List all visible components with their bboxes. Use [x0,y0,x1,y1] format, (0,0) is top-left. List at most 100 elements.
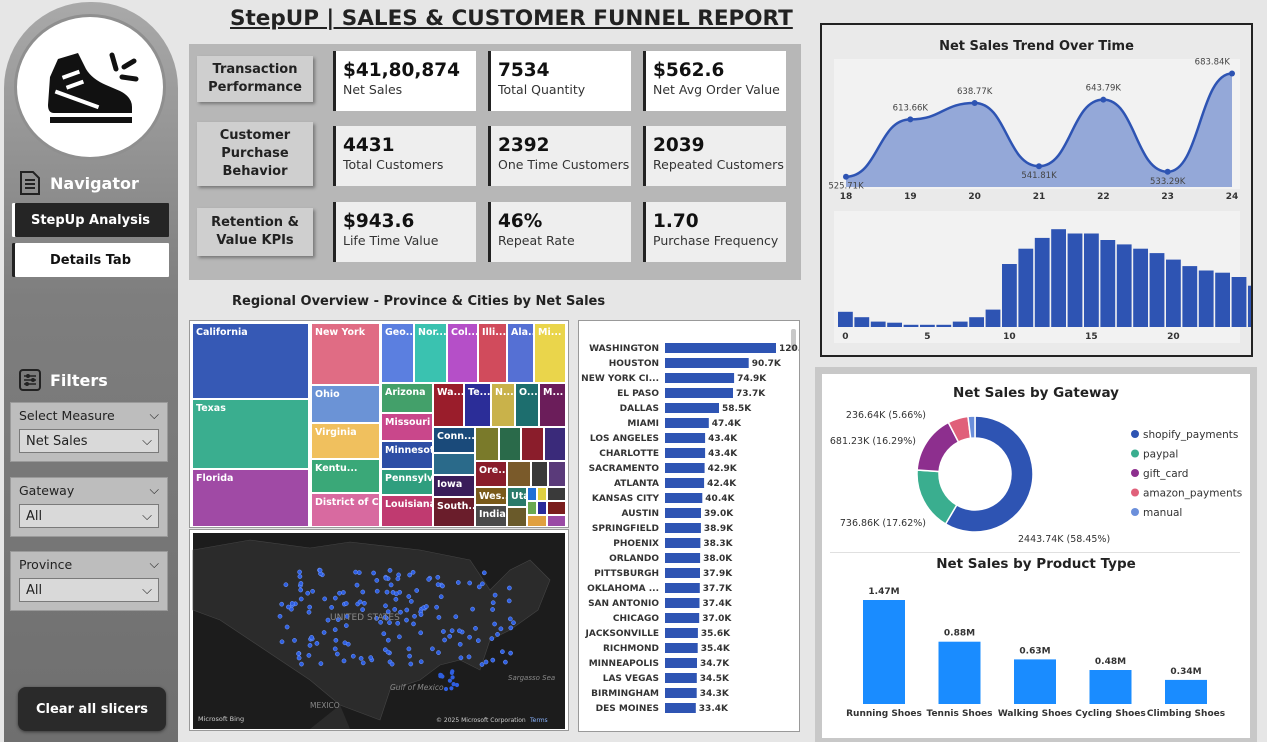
map-point[interactable] [343,623,349,628]
product-bar[interactable] [938,641,981,704]
treemap-tile[interactable]: District of Co... [311,493,380,527]
city-bar[interactable] [665,508,701,518]
brush-bar[interactable] [1198,270,1214,328]
trend-chart[interactable]: 525.71K18 613.66K 19 638.77K 20 541.81K 21 643.… [822,55,1251,355]
legend-label[interactable]: amazon_payments [1143,488,1242,500]
map-point[interactable] [333,637,339,643]
city-bar[interactable] [665,463,705,473]
map-point[interactable] [451,682,456,687]
map-point[interactable] [317,567,323,573]
map-point[interactable] [387,568,393,573]
treemap-tile[interactable]: Ore... [475,461,507,487]
map-point[interactable] [356,570,362,575]
map-point[interactable] [310,588,315,594]
map-point[interactable] [426,577,432,582]
brush-bar[interactable] [1215,272,1230,327]
map-point[interactable] [424,604,429,609]
map-point[interactable] [385,637,391,643]
map-point[interactable] [442,637,447,643]
chevron-down-icon[interactable]: ⌵ [150,482,159,498]
map-point[interactable] [360,607,365,612]
legend-label[interactable]: shopify_payments [1143,429,1238,441]
map-point[interactable] [392,607,398,612]
treemap-tile[interactable] [547,487,566,501]
trend-point[interactable] [971,99,978,106]
treemap-tile[interactable]: Ala... [507,323,534,383]
map-point[interactable] [284,624,290,630]
map-point[interactable] [441,629,446,634]
city-bar[interactable] [665,493,703,503]
brush-bar[interactable] [1133,248,1148,327]
brush-bar[interactable] [1182,266,1198,327]
city-bar-chart[interactable]: WASHINGTON 120.3K HOUSTON 90.7K NEW YORK CI.… [578,320,815,732]
map-point[interactable] [438,594,444,600]
map-point[interactable] [447,678,452,683]
treemap-tile[interactable]: Ohio [311,385,380,423]
map-point[interactable] [481,570,487,576]
map-point[interactable] [443,686,449,692]
treemap-tile[interactable]: Wes... [475,487,507,505]
map-point[interactable] [475,638,481,643]
map-point[interactable] [298,581,304,586]
map-point[interactable] [434,604,439,610]
treemap-tile[interactable]: Pennsylvania [381,469,433,495]
map-point[interactable] [297,569,302,575]
map-point[interactable] [381,631,387,637]
map-point[interactable] [455,580,461,585]
map-point[interactable] [492,592,498,598]
map-point[interactable] [406,594,412,599]
trend-point[interactable] [843,173,849,180]
product-bar[interactable] [1014,659,1056,704]
city-bar[interactable] [665,598,700,608]
clear-all-slicers-button[interactable]: Clear all slicers [18,687,166,731]
map-point[interactable] [368,655,374,660]
brush-bar[interactable] [1166,259,1181,327]
map-point[interactable] [329,605,334,610]
map-point[interactable] [435,574,441,580]
map-point[interactable] [292,638,297,643]
treemap-tile[interactable] [527,515,547,527]
map-point[interactable] [407,653,412,659]
city-map[interactable]: UNITED STATES Gulf of Mexico MEXICO Sarg… [189,529,569,731]
map-point[interactable] [318,661,324,666]
map-point[interactable] [511,620,516,626]
treemap-tile[interactable] [547,501,566,515]
brush-bar[interactable] [854,317,870,327]
trend-point[interactable] [1164,168,1171,175]
map-point[interactable] [279,601,285,607]
map-point[interactable] [384,589,390,595]
treemap-tile[interactable] [499,427,521,461]
map-point[interactable] [440,583,445,589]
map-point[interactable] [476,584,482,590]
map-point[interactable] [498,626,504,632]
legend-label[interactable]: gift_card [1143,468,1188,480]
map-point[interactable] [449,628,455,634]
brush-bar[interactable] [838,311,853,327]
treemap-tile[interactable]: Col... [447,323,478,383]
map-point[interactable] [307,643,313,648]
treemap-tile[interactable] [547,515,566,527]
brush-bar[interactable] [936,324,952,327]
city-bar[interactable] [665,403,719,413]
treemap-tile[interactable]: Minnesota [381,441,433,469]
map-point[interactable] [332,646,338,652]
treemap-tile[interactable] [537,501,547,515]
map-point[interactable] [466,654,472,660]
legend-label[interactable]: manual [1143,507,1182,519]
map-point[interactable] [418,630,424,636]
map-point[interactable] [296,655,302,661]
map-point[interactable] [492,621,497,627]
treemap-tile[interactable] [475,427,499,461]
brush-bar[interactable] [1100,240,1116,327]
city-bar[interactable] [665,613,700,623]
map-point[interactable] [483,659,489,665]
map-point[interactable] [279,639,285,645]
treemap-tile[interactable]: Missouri [381,413,433,441]
city-bar[interactable] [665,388,733,398]
brush-bar[interactable] [1149,253,1165,327]
treemap-tile[interactable] [527,487,537,501]
treemap-tile[interactable]: Indiana [475,505,507,527]
city-bar[interactable] [665,658,697,668]
brush-bar[interactable] [920,324,935,327]
treemap-tile[interactable] [433,453,475,475]
